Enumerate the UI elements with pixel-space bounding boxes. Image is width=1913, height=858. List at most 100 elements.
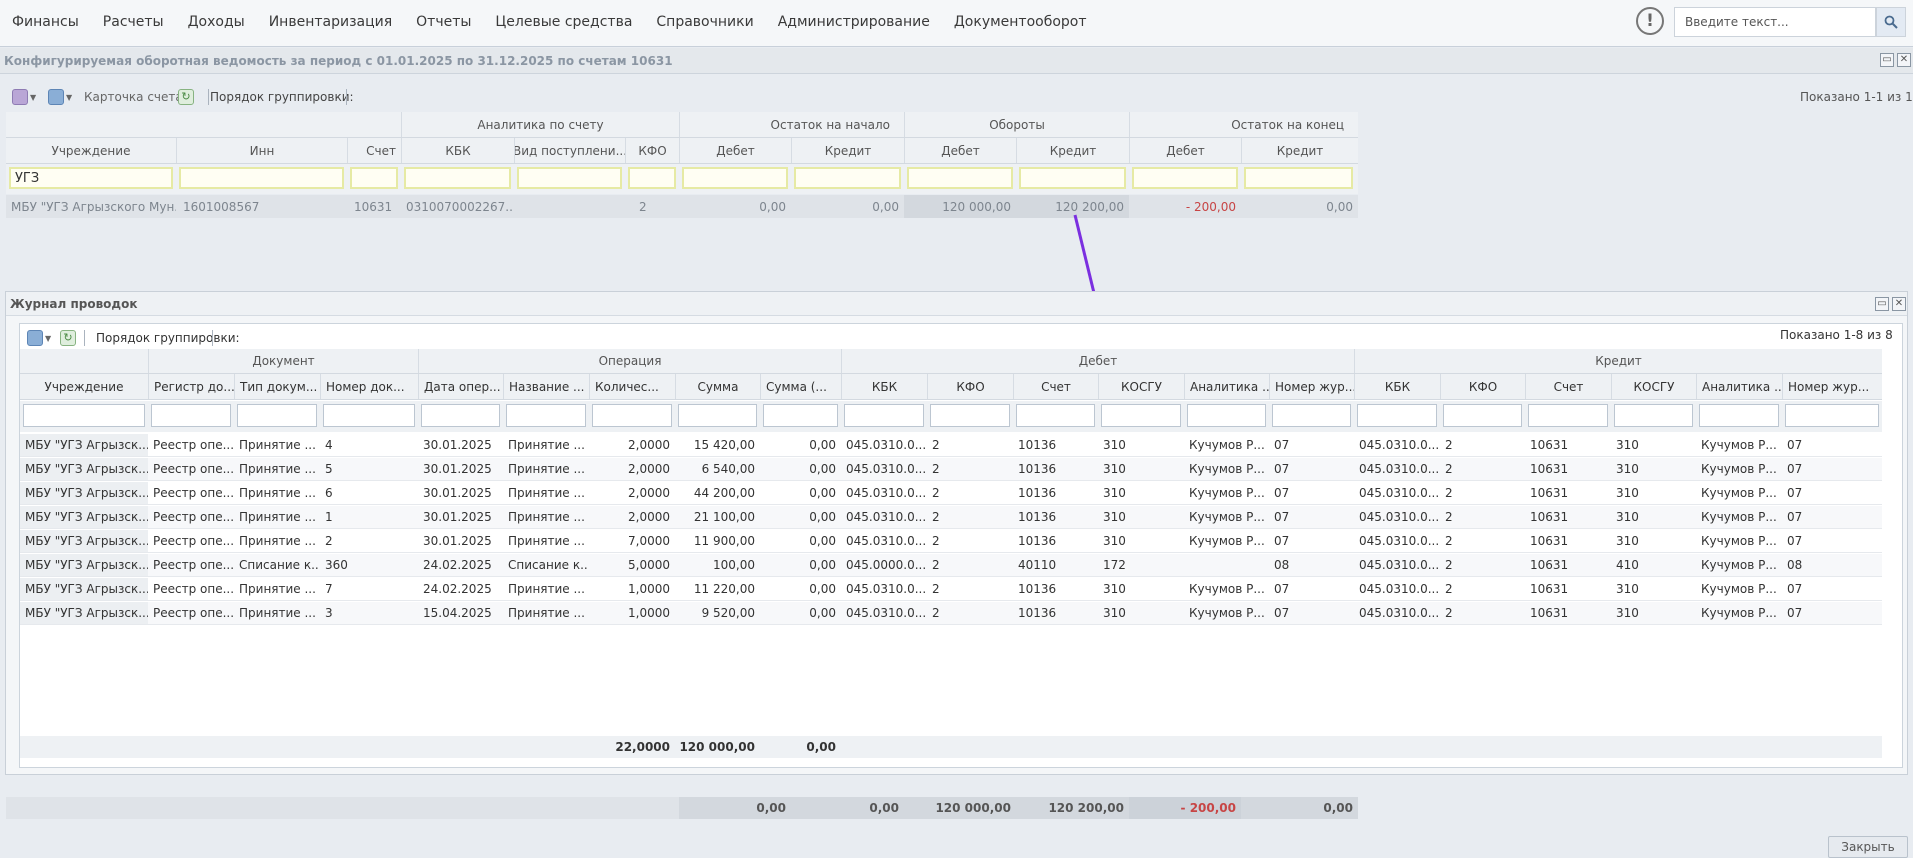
closing-credit-filter-input[interactable] [1244,167,1353,189]
journal-table-row[interactable]: МБУ "УГЗ Агрызск... Реестр опе... Принятие… [20,602,1882,625]
filter-input[interactable] [1101,404,1181,427]
filter-input[interactable] [1443,404,1522,427]
journal-table-row[interactable]: МБУ "УГЗ Агрызск... Реестр опе... Принятие… [20,578,1882,601]
account-filter-input[interactable] [350,167,398,189]
close-window-icon[interactable]: ✕ [1892,297,1906,311]
col-header-kbk[interactable]: КБК [401,138,514,163]
search-input[interactable]: Введите текст... [1674,7,1876,37]
close-button[interactable]: Закрыть [1828,836,1908,858]
col-header-quantity[interactable]: Количес... [589,374,675,399]
income-type-filter-input[interactable] [517,167,622,189]
col-header-document-type[interactable]: Тип докум... [234,374,320,399]
menu-item-document-flow[interactable]: Документооборот [942,14,1099,30]
filter-input[interactable] [323,404,415,427]
filter-input[interactable] [1357,404,1437,427]
filter-input[interactable] [1016,404,1095,427]
menu-item-inventory[interactable]: Инвентаризация [257,14,404,30]
inn-filter-input[interactable] [179,167,344,189]
col-header-institution[interactable]: Учреждение [20,374,148,399]
refresh-button[interactable]: ↻ [60,328,76,348]
col-header-credit-kosgu[interactable]: КОСГУ [1611,374,1696,399]
turnover-table-row[interactable]: МБУ "УГЗ Агрызского Мун... 1601008567 10… [6,195,1358,218]
col-header-closing-debit[interactable]: Дебет [1129,138,1241,163]
col-header-kfo[interactable]: КФО [625,138,679,163]
col-header-operation-name[interactable]: Название ... [503,374,589,399]
col-header-opening-credit[interactable]: Кредит [791,138,904,163]
journal-table-row[interactable]: МБУ "УГЗ Агрызск... Реестр опе... Принятие… [20,506,1882,529]
col-header-credit-kfo[interactable]: КФО [1440,374,1525,399]
col-header-credit-analytics[interactable]: Аналитика ... [1696,374,1782,399]
col-header-debit-account[interactable]: Счет [1013,374,1098,399]
col-header-credit-kbk[interactable]: КБК [1354,374,1440,399]
filter-input[interactable] [678,404,757,427]
filter-input[interactable] [1614,404,1693,427]
settings-menu-button[interactable]: ▼ [12,87,36,107]
col-header-credit-journal-number[interactable]: Номер жур... [1782,374,1882,399]
col-header-turnover-credit[interactable]: Кредит [1016,138,1129,163]
institution-filter-input[interactable]: УГЗ [9,167,173,189]
menu-item-reports[interactable]: Отчеты [404,14,483,30]
journal-table-row[interactable]: МБУ "УГЗ Агрызск... Реестр опе... Списание… [20,554,1882,577]
filter-input[interactable] [1528,404,1608,427]
close-window-icon[interactable]: ✕ [1897,53,1911,67]
col-header-debit-kfo[interactable]: КФО [927,374,1013,399]
col-header-debit-analytics[interactable]: Аналитика ... [1184,374,1269,399]
filter-input[interactable] [592,404,672,427]
kbk-filter-input[interactable] [404,167,511,189]
filter-input[interactable] [1785,404,1879,427]
journal-table-row[interactable]: МБУ "УГЗ Агрызск... Реестр опе... Принятие… [20,458,1882,481]
menu-item-administration[interactable]: Администрирование [766,14,942,30]
col-header-debit-kosgu[interactable]: КОСГУ [1098,374,1184,399]
maximize-window-icon[interactable]: ▭ [1880,53,1894,67]
maximize-window-icon[interactable]: ▭ [1875,297,1889,311]
col-header-debit-journal-number[interactable]: Номер жур... [1269,374,1354,399]
col-header-sum-2[interactable]: Сумма (... [760,374,841,399]
filter-input[interactable] [421,404,500,427]
filter-input[interactable] [930,404,1010,427]
col-header-closing-credit[interactable]: Кредит [1241,138,1358,163]
filter-input[interactable] [23,404,145,427]
account-card-button[interactable]: Карточка счета [84,87,183,107]
search-button[interactable] [1876,7,1906,37]
filter-input[interactable] [506,404,586,427]
filter-input[interactable] [844,404,924,427]
filter-input[interactable] [763,404,838,427]
col-header-inn[interactable]: Инн [176,138,347,163]
kfo-filter-input[interactable] [628,167,676,189]
menu-item-references[interactable]: Справочники [644,14,765,30]
col-header-debit-kbk[interactable]: КБК [841,374,927,399]
filter-input[interactable] [151,404,231,427]
refresh-button[interactable]: ↻ [178,87,194,107]
turnover-debit-filter-input[interactable] [907,167,1013,189]
col-header-document-register[interactable]: Регистр до... [148,374,234,399]
menu-item-target-funds[interactable]: Целевые средства [483,14,644,30]
filter-input[interactable] [1187,404,1266,427]
menu-item-finance[interactable]: Финансы [0,14,91,30]
col-header-income-type[interactable]: Вид поступлени... [514,138,625,163]
print-menu-button[interactable]: ▼ [48,87,72,107]
cell-debit-analytics [1184,554,1269,576]
cell-operation-name: Принятие ... [508,606,585,620]
col-header-sum[interactable]: Сумма [675,374,760,399]
col-header-opening-debit[interactable]: Дебет [679,138,791,163]
menu-item-payroll[interactable]: Расчеты [91,14,176,30]
col-header-institution[interactable]: Учреждение [6,138,176,163]
journal-table-row[interactable]: МБУ "УГЗ Агрызск... Реестр опе... Принятие… [20,530,1882,553]
col-header-turnover-debit[interactable]: Дебет [904,138,1016,163]
closing-debit-filter-input[interactable] [1132,167,1238,189]
notification-alert-icon[interactable]: ! [1636,7,1664,35]
print-menu-button[interactable]: ▼ [27,328,51,348]
filter-input[interactable] [1272,404,1351,427]
col-header-operation-date[interactable]: Дата опер... [418,374,503,399]
turnover-credit-filter-input[interactable] [1019,167,1126,189]
col-header-document-number[interactable]: Номер док... [320,374,418,399]
journal-table-row[interactable]: МБУ "УГЗ Агрызск... Реестр опе... Принятие… [20,482,1882,505]
opening-debit-filter-input[interactable] [682,167,788,189]
filter-input[interactable] [237,404,317,427]
col-header-credit-account[interactable]: Счет [1525,374,1611,399]
opening-credit-filter-input[interactable] [794,167,901,189]
journal-table-row[interactable]: МБУ "УГЗ Агрызск... Реестр опе... Принятие… [20,434,1882,457]
col-header-account[interactable]: Счет [347,138,401,163]
filter-input[interactable] [1699,404,1779,427]
menu-item-income[interactable]: Доходы [176,14,257,30]
